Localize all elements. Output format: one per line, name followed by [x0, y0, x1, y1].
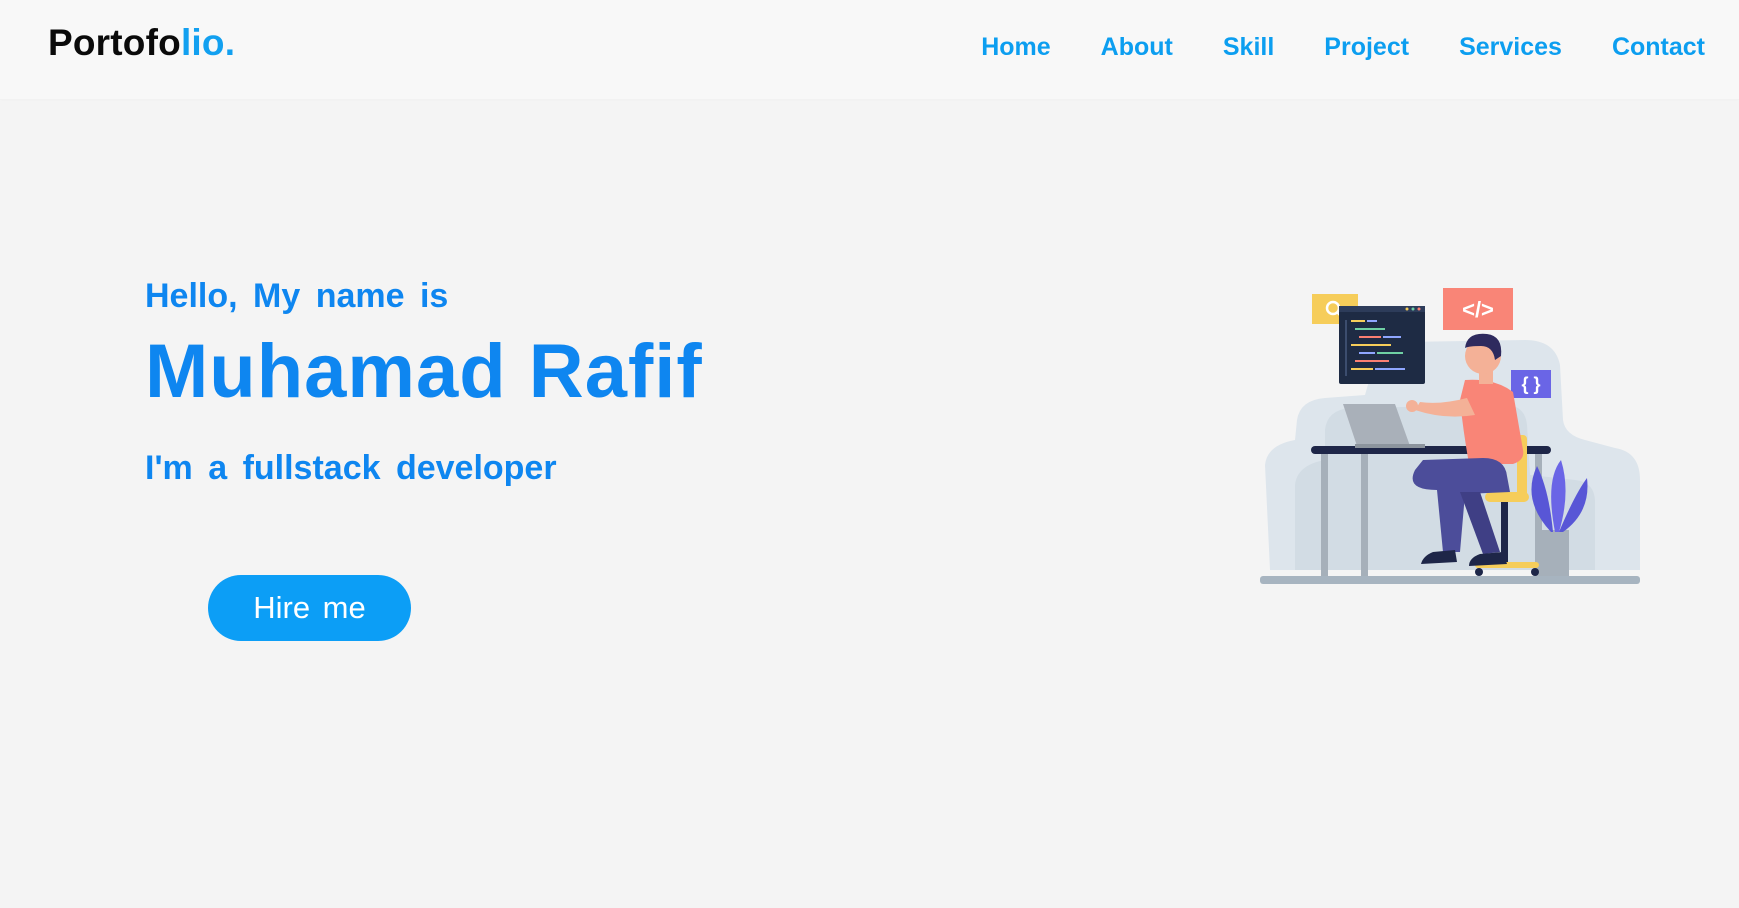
- svg-text:</>: </>: [1462, 297, 1494, 322]
- braces-tag-icon: { }: [1511, 370, 1551, 398]
- code-window-graphic: [1339, 306, 1425, 384]
- logo-accent-text: lio.: [180, 22, 236, 63]
- hero-role: I'm a fullstack developer: [145, 449, 557, 487]
- nav-link-about[interactable]: About: [1101, 33, 1173, 61]
- code-tag-icon: </>: [1443, 288, 1513, 330]
- hero-greeting: Hello, My name is: [145, 277, 449, 315]
- site-logo[interactable]: Portofolio.: [48, 22, 235, 64]
- nav-menu: Home About Skill Project Services Contac…: [981, 33, 1705, 62]
- nav-link-services[interactable]: Services: [1459, 33, 1562, 61]
- logo-main-text: Portofo: [48, 22, 181, 63]
- hero-name: Muhamad Rafif: [145, 329, 703, 414]
- svg-text:{ }: { }: [1521, 374, 1540, 394]
- hire-me-button[interactable]: Hire me: [208, 575, 411, 641]
- nav-link-contact[interactable]: Contact: [1612, 33, 1705, 61]
- nav-link-home[interactable]: Home: [981, 33, 1050, 61]
- nav-link-project[interactable]: Project: [1324, 33, 1409, 61]
- navbar: Portofolio. Home About Skill Project Ser…: [0, 0, 1739, 99]
- nav-link-skill[interactable]: Skill: [1223, 33, 1274, 61]
- developer-illustration: </> { }: [1260, 288, 1640, 584]
